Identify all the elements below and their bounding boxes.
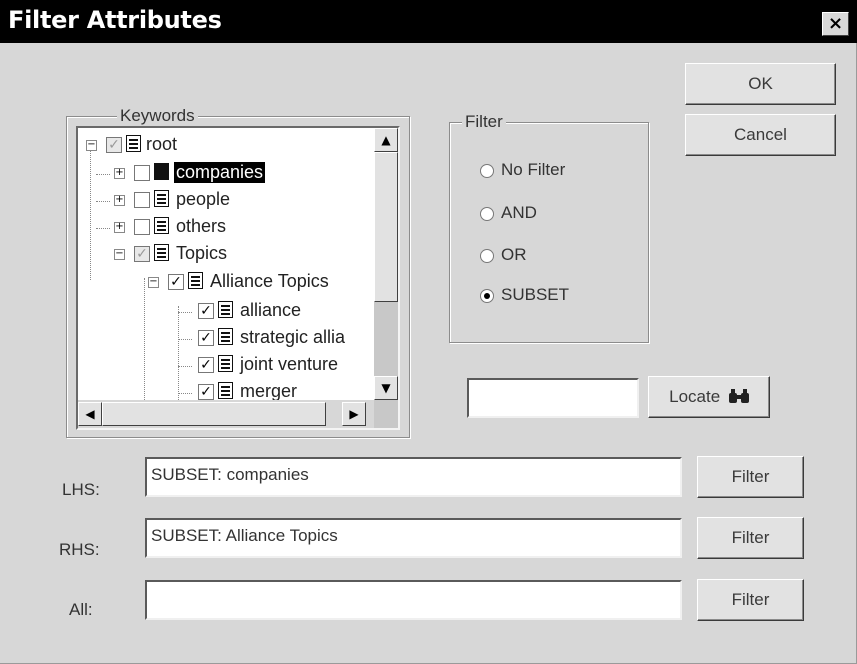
document-icon — [154, 217, 169, 234]
lhs-filter-button[interactable]: Filter — [697, 456, 804, 498]
checkbox[interactable] — [134, 165, 150, 181]
tristate-checkbox[interactable]: ✓ — [134, 246, 150, 262]
tree-node-label: others — [176, 216, 227, 236]
tree-node-label: root — [146, 134, 178, 154]
keywords-tree[interactable]: − ✓ root + companies + people + others −… — [76, 126, 400, 430]
collapse-icon[interactable]: − — [148, 277, 159, 288]
document-icon — [154, 190, 169, 207]
document-icon — [218, 382, 233, 399]
locate-button[interactable]: Locate — [648, 376, 770, 418]
radio-label: No Filter — [501, 160, 566, 179]
scroll-up-icon[interactable]: ▲ — [374, 128, 398, 152]
rhs-filter-button[interactable]: Filter — [697, 517, 804, 559]
rhs-field[interactable]: SUBSET: Alliance Topics — [145, 518, 682, 558]
lhs-label: LHS: — [62, 480, 100, 499]
rhs-label: RHS: — [59, 540, 100, 559]
scroll-track[interactable] — [374, 302, 398, 376]
checkbox[interactable]: ✓ — [198, 357, 214, 373]
vertical-scrollbar[interactable]: ▲ ▼ — [374, 128, 398, 400]
filter-group-label: Filter — [462, 112, 506, 132]
horizontal-scroll-thumb[interactable] — [102, 402, 326, 426]
document-icon — [218, 355, 233, 372]
scroll-down-icon[interactable]: ▼ — [374, 376, 398, 400]
filter-group — [449, 122, 649, 343]
close-button[interactable]: × — [822, 12, 849, 36]
document-icon — [188, 272, 203, 289]
collapse-icon[interactable]: − — [114, 249, 125, 260]
checkbox[interactable]: ✓ — [198, 330, 214, 346]
radio-button-selected[interactable] — [480, 289, 494, 303]
tree-node-label: strategic allia — [240, 327, 346, 347]
locate-input[interactable] — [467, 378, 639, 418]
radio-label: OR — [501, 245, 527, 264]
checkbox[interactable] — [134, 192, 150, 208]
horizontal-scrollbar[interactable]: ◀ ▶ — [78, 400, 374, 428]
radio-button[interactable] — [480, 164, 494, 178]
keywords-label: Keywords — [117, 106, 198, 126]
tree-node-label: companies — [174, 162, 266, 183]
filter-attributes-dialog: Filter Attributes × OK Cancel Keywords −… — [0, 0, 857, 664]
tree-node-label: Alliance Topics — [210, 271, 329, 291]
all-field[interactable] — [145, 580, 682, 620]
scroll-thumb[interactable] — [374, 152, 398, 302]
expand-icon[interactable]: + — [114, 168, 125, 179]
radio-button[interactable] — [480, 249, 494, 263]
title-bar: Filter Attributes × — [0, 0, 857, 43]
cancel-button[interactable]: Cancel — [685, 114, 836, 156]
expand-icon[interactable]: + — [114, 195, 125, 206]
document-icon — [218, 301, 233, 318]
all-label: All: — [69, 600, 93, 619]
tree-node-label: people — [176, 189, 231, 209]
lhs-field[interactable]: SUBSET: companies — [145, 457, 682, 497]
binoculars-icon — [728, 389, 749, 403]
tristate-checkbox[interactable]: ✓ — [106, 137, 122, 153]
radio-label: SUBSET — [501, 285, 570, 304]
tree-node-label: alliance — [240, 300, 302, 320]
folder-icon — [154, 163, 169, 180]
checkbox[interactable]: ✓ — [198, 384, 214, 400]
document-icon — [126, 135, 141, 152]
all-filter-button[interactable]: Filter — [697, 579, 804, 621]
tree-node-label: Topics — [176, 243, 228, 263]
checkbox[interactable]: ✓ — [168, 274, 184, 290]
tree-node-label: joint venture — [240, 354, 339, 374]
scroll-right-icon[interactable]: ▶ — [342, 402, 366, 426]
window-title: Filter Attributes — [8, 6, 222, 34]
collapse-icon[interactable]: − — [86, 140, 97, 151]
checkbox[interactable] — [134, 219, 150, 235]
radio-label: AND — [501, 203, 537, 222]
locate-label: Locate — [669, 387, 721, 406]
document-icon — [218, 328, 233, 345]
ok-button[interactable]: OK — [685, 63, 836, 105]
scroll-corner — [374, 400, 398, 428]
checkbox[interactable]: ✓ — [198, 303, 214, 319]
scroll-left-icon[interactable]: ◀ — [78, 402, 102, 426]
document-icon — [154, 244, 169, 261]
tree-node-label: merger — [240, 381, 298, 401]
expand-icon[interactable]: + — [114, 222, 125, 233]
radio-button[interactable] — [480, 207, 494, 221]
